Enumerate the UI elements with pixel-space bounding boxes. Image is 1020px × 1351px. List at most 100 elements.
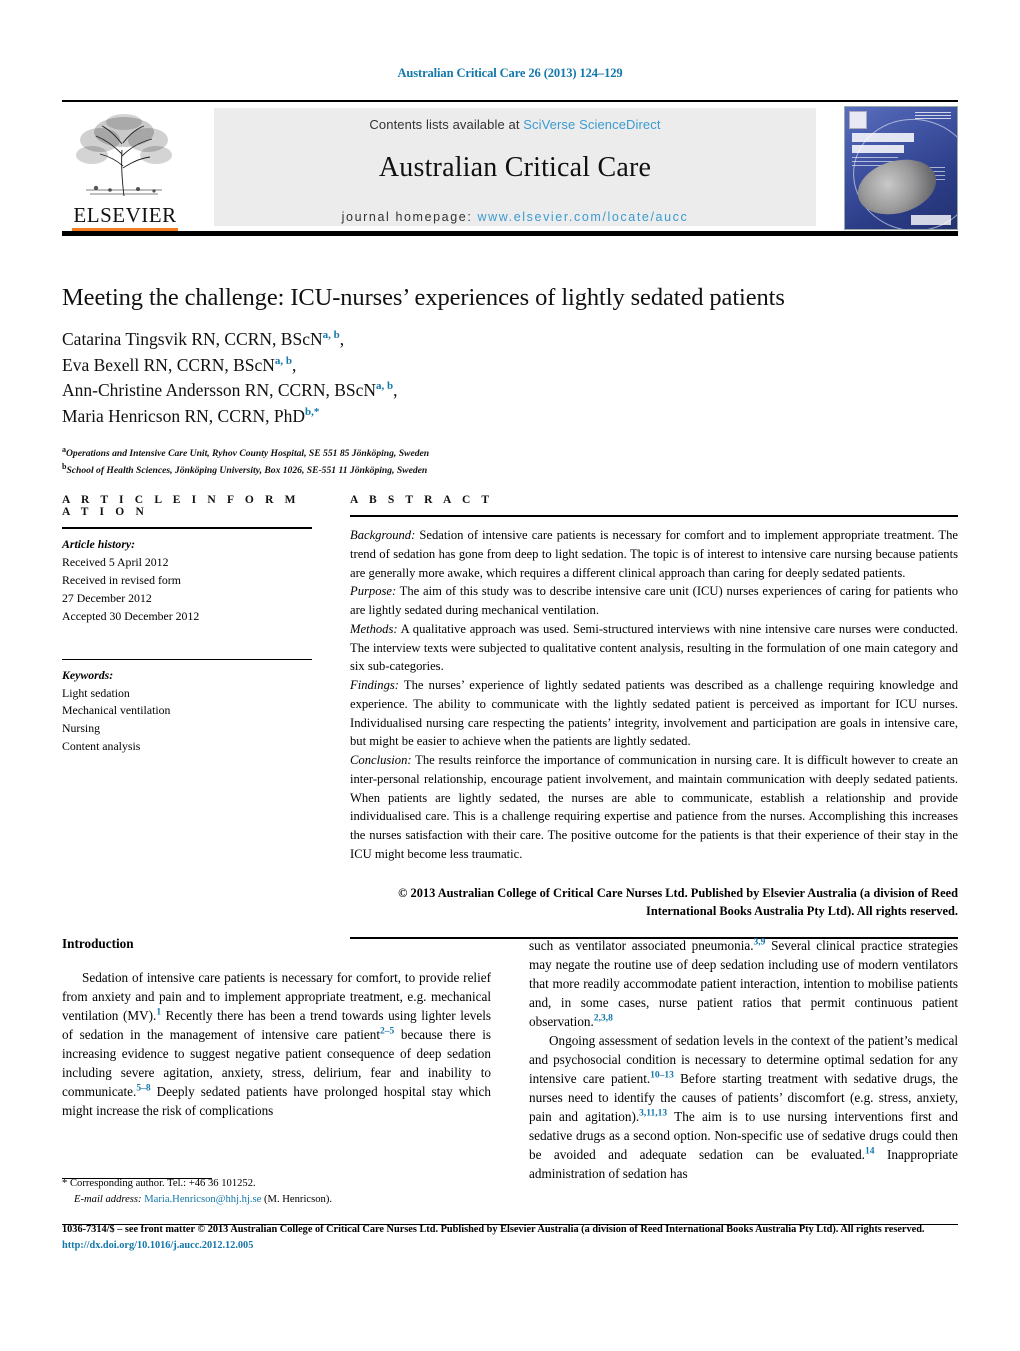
abstract-section-label: Findings: xyxy=(350,678,399,692)
article-information-rule xyxy=(62,527,312,529)
keywords-rule xyxy=(62,658,312,660)
author-trail: , xyxy=(393,380,398,401)
article-history-label: Article history: xyxy=(62,537,136,551)
abstract-section-text: Sedation of intensive care patients is n… xyxy=(350,528,958,580)
author-trail: , xyxy=(292,354,297,375)
abstract-heading: A B S T R A C T xyxy=(350,494,494,506)
keyword-item: Nursing xyxy=(62,721,101,736)
introduction-heading: Introduction xyxy=(62,936,134,951)
reference-marker[interactable]: 3,11,13 xyxy=(639,1109,667,1119)
footnote-star-marker: * xyxy=(62,1178,68,1189)
keyword-item: Content analysis xyxy=(62,739,141,754)
abstract-section-text: The aim of this study was to describe in… xyxy=(350,584,958,617)
cover-header xyxy=(849,111,953,129)
sciencedirect-link[interactable]: SciVerse ScienceDirect xyxy=(523,117,660,132)
contents-available-line: Contents lists available at SciVerse Sci… xyxy=(214,108,816,132)
keyword-item: Mechanical ventilation xyxy=(62,703,171,718)
footnote-line: * Corresponding author. Tel.: +46 36 101… xyxy=(62,1176,491,1192)
abstract-rule xyxy=(350,515,958,517)
masthead-top-rule xyxy=(62,100,958,102)
affiliation-list: aOperations and Intensive Care Unit, Ryh… xyxy=(62,444,958,478)
journal-masthead: ELSEVIER Contents lists available at Sci… xyxy=(62,100,958,236)
article-body: Introduction Sedation of intensive care … xyxy=(62,936,958,1183)
body-column-right: such as ventilator associated pneumonia.… xyxy=(529,936,958,1183)
keywords-block: Keywords: Light sedation Mechanical vent… xyxy=(62,658,312,757)
cover-topright-text xyxy=(915,112,951,119)
abstract-section: Conclusion: The results reinforce the im… xyxy=(350,751,958,864)
reference-marker[interactable]: 2–5 xyxy=(380,1027,394,1037)
abstract-section-text: The nurses’ experience of lightly sedate… xyxy=(350,678,958,749)
author-affiliation-marker: b,* xyxy=(305,406,320,419)
article-history-item: Received in revised form xyxy=(62,572,181,587)
title-block: Meeting the challenge: ICU-nurses’ exper… xyxy=(62,284,958,478)
keyword-item: Light sedation xyxy=(62,685,130,700)
reference-marker[interactable]: 10–13 xyxy=(650,1071,674,1081)
cover-society-logo xyxy=(911,215,951,225)
reference-marker[interactable]: 3,9 xyxy=(754,938,766,948)
abstract-copyright: © 2013 Australian College of Critical Ca… xyxy=(398,885,958,919)
masthead-bottom-rule xyxy=(62,231,958,236)
author-affiliation-marker: a, b xyxy=(376,380,394,393)
abstract-section-text: The results reinforce the importance of … xyxy=(350,753,958,861)
author-name: Ann-Christine Andersson RN, CCRN, BScN xyxy=(62,380,377,401)
abstract-section-label: Purpose: xyxy=(350,584,397,599)
journal-homepage-line: journal homepage: www.elsevier.com/locat… xyxy=(214,210,816,224)
reference-marker[interactable]: 5–8 xyxy=(136,1084,150,1094)
journal-cover-thumbnail[interactable] xyxy=(844,106,958,230)
body-paragraph: Sedation of intensive care patients is n… xyxy=(62,968,491,1120)
body-text-run: such as ventilator associated pneumonia. xyxy=(529,938,754,953)
page-footer: 1036-7314/$ – see front matter © 2013 Au… xyxy=(62,1222,958,1254)
abstract-column: A B S T R A C T Background: Sedation of … xyxy=(350,494,958,947)
abstract-section-label: Conclusion: xyxy=(350,753,412,767)
author-name: Catarina Tingsvik RN, CCRN, BScN xyxy=(62,329,323,349)
keywords-label: Keywords: xyxy=(62,667,114,682)
cover-journal-name-line1 xyxy=(852,133,914,142)
article-history-item: Received 5 April 2012 xyxy=(62,554,169,569)
footnote-email-line: E-mail address: Maria.Henricson@hhj.hj.s… xyxy=(62,1192,491,1208)
corresponding-author-footnote: * Corresponding author. Tel.: +46 36 101… xyxy=(62,1176,491,1208)
article-history-item: 27 December 2012 xyxy=(62,590,152,605)
journal-banner: Contents lists available at SciVerse Sci… xyxy=(214,108,816,226)
article-information-column: A R T I C L E I N F O R M A T I O N Arti… xyxy=(62,494,312,947)
author-line: Maria Henricson RN, CCRN, PhDb,* xyxy=(62,404,958,430)
cover-publisher-badge xyxy=(849,111,867,129)
journal-article-page: Australian Critical Care 26 (2013) 124–1… xyxy=(0,0,1020,1351)
article-title: Meeting the challenge: ICU-nurses’ exper… xyxy=(62,284,785,311)
info-abstract-region: A R T I C L E I N F O R M A T I O N Arti… xyxy=(62,494,958,947)
affiliation-item: aOperations and Intensive Care Unit, Ryh… xyxy=(62,444,958,461)
author-affiliation-marker: a, b xyxy=(322,329,340,342)
author-line: Catarina Tingsvik RN, CCRN, BScNa, b, xyxy=(62,327,958,353)
abstract-section: Findings: The nurses’ experience of ligh… xyxy=(350,676,958,751)
body-paragraph: Ongoing assessment of sedation levels in… xyxy=(529,1031,958,1183)
author-trail: , xyxy=(339,329,345,349)
affiliation-text: School of Health Sciences, Jönköping Uni… xyxy=(66,465,428,477)
reference-marker[interactable]: 2,3,8 xyxy=(594,1014,613,1024)
body-column-left: Introduction Sedation of intensive care … xyxy=(62,936,491,1183)
elsevier-tree-icon xyxy=(76,114,172,197)
email-address-label: E-mail address: xyxy=(74,1193,142,1205)
homepage-label: journal homepage: xyxy=(341,210,473,224)
abstract-section: Methods: A qualitative approach was used… xyxy=(350,620,958,676)
abstract-body: Background: Sedation of intensive care p… xyxy=(350,526,958,864)
author-list: Catarina Tingsvik RN, CCRN, BScNa, b, Ev… xyxy=(62,327,958,430)
author-line: Ann-Christine Andersson RN, CCRN, BScNa,… xyxy=(62,378,958,404)
body-paragraph: such as ventilator associated pneumonia.… xyxy=(529,936,958,1031)
cover-journal-name-line2 xyxy=(852,145,904,153)
issn-copyright-line: 1036-7314/$ – see front matter © 2013 Au… xyxy=(62,1224,925,1235)
article-history-block: Article history: Received 5 April 2012 R… xyxy=(62,536,312,626)
abstract-section-label: Methods: xyxy=(350,621,398,636)
affiliation-item: bSchool of Health Sciences, Jönköping Un… xyxy=(62,461,958,478)
abstract-section: Background: Sedation of intensive care p… xyxy=(350,526,958,582)
homepage-url-link[interactable]: www.elsevier.com/locate/aucc xyxy=(477,210,688,224)
keywords-body: Keywords: Light sedation Mechanical vent… xyxy=(62,667,312,757)
email-address-suffix: (M. Henricson). xyxy=(264,1193,332,1205)
author-affiliation-marker: a, b xyxy=(274,354,293,367)
abstract-section-text: A qualitative approach was used. Semi-st… xyxy=(350,621,958,674)
author-line: Eva Bexell RN, CCRN, BScNa, b, xyxy=(62,353,958,379)
author-name: Eva Bexell RN, CCRN, BScN xyxy=(62,354,275,375)
abstract-section: Purpose: The aim of this study was to de… xyxy=(350,582,958,620)
affiliation-text: Operations and Intensive Care Unit, Ryho… xyxy=(66,448,430,460)
doi-link[interactable]: http://dx.doi.org/10.1016/j.aucc.2012.12… xyxy=(62,1238,958,1254)
email-address-link[interactable]: Maria.Henricson@hhj.hj.se xyxy=(144,1194,261,1205)
contents-prefix: Contents lists available at xyxy=(369,117,520,132)
